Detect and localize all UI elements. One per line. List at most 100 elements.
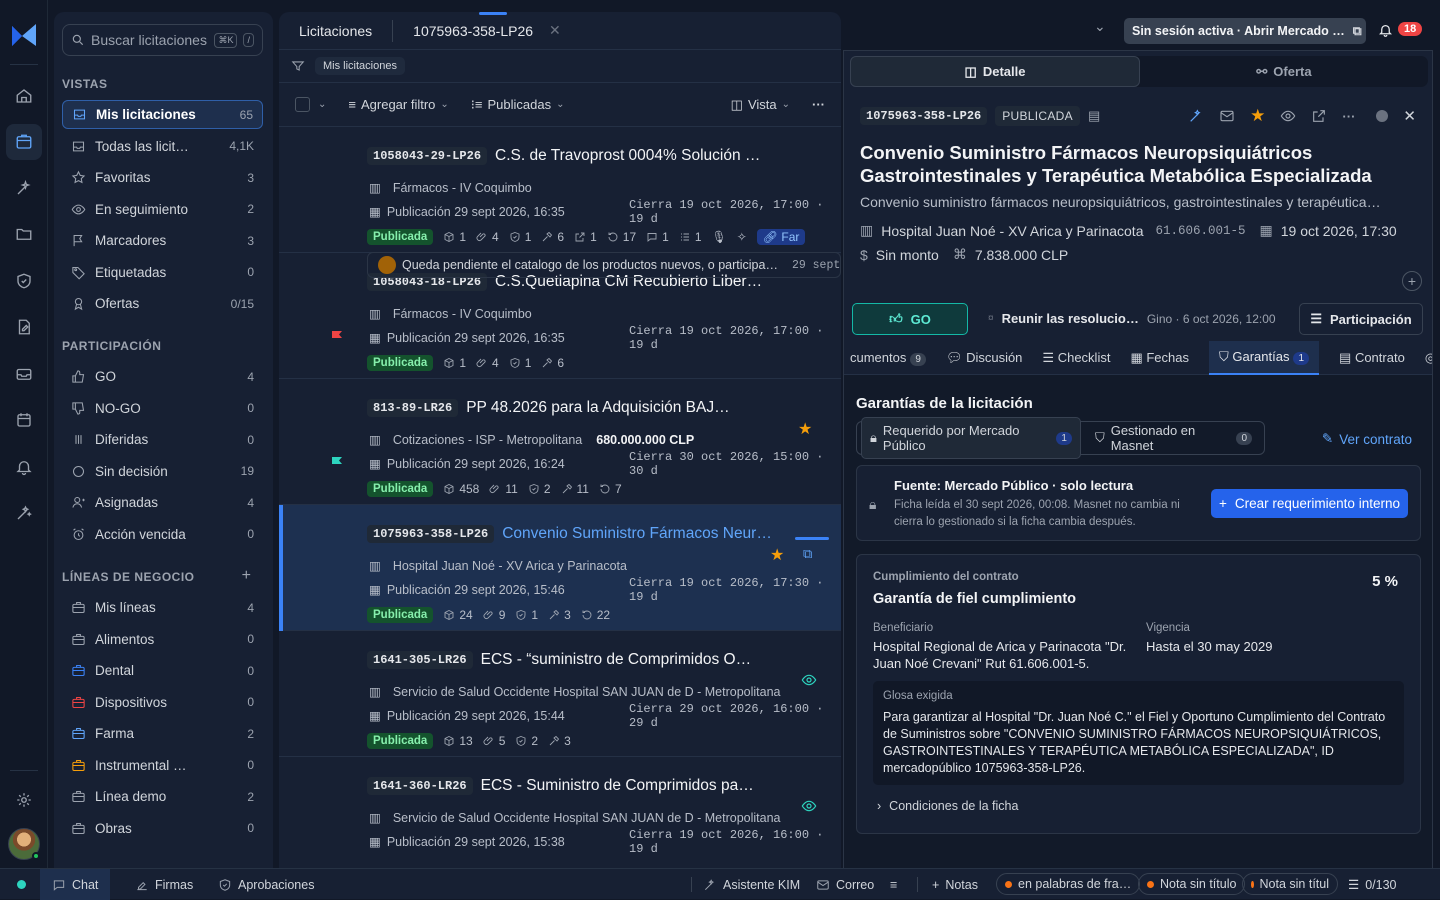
watching-eye-icon[interactable] [801, 800, 817, 812]
licitaciones-icon[interactable] [6, 124, 42, 160]
document-edit-icon[interactable] [6, 309, 42, 345]
condiciones-toggle[interactable]: › Condiciones de la ficha [877, 799, 1018, 813]
notes-count[interactable]: ☰ 0/130 [1348, 869, 1397, 900]
tab-cr[interactable]: ◎ Cr [1425, 350, 1432, 366]
flag-red-icon[interactable] [331, 330, 343, 344]
toggle-masnet[interactable]: ⛉ Gestionado en Masnet 0 [1087, 418, 1260, 458]
firmas-button[interactable]: Firmas [135, 869, 193, 900]
sparkle-wand-icon[interactable] [6, 170, 42, 206]
aprobaciones-button[interactable]: Aprobaciones [218, 869, 314, 900]
pending-task[interactable]: ¤ Reunir las resolucio… Gino · 6 oct 202… [988, 311, 1276, 326]
sidebar-item-dental[interactable]: Dental 0 [62, 656, 263, 685]
sidebar-item-diferidas[interactable]: Diferidas 0 [62, 425, 263, 454]
sidebar-item-marcadores[interactable]: Marcadores 3 [62, 226, 263, 255]
sidebar-item-todas-las-licit[interactable]: Todas las licit… 4,1K [62, 132, 263, 161]
watching-eye-icon[interactable] [801, 674, 817, 686]
note-chip[interactable]: Nota sin título [1138, 873, 1246, 895]
settings-gear-icon[interactable] [6, 782, 42, 818]
home-icon[interactable] [6, 78, 42, 114]
mail-icon[interactable] [1219, 108, 1235, 124]
favorite-star-icon[interactable]: ★ [798, 419, 812, 439]
view-dropdown[interactable]: ◫ Vista ⌄ [731, 97, 790, 113]
tab-current-tender[interactable]: 1075963-358-LP26 ✕ [393, 12, 581, 49]
sidebar-item-en-seguimiento[interactable]: En seguimiento 2 [62, 195, 263, 224]
inbox-tray-icon[interactable] [6, 356, 42, 392]
add-filter-button[interactable]: ≡ Agregar filtro ⌄ [348, 97, 448, 112]
search-input[interactable]: Buscar licitaciones ⌘K / [62, 24, 263, 56]
tender-card[interactable]: 1641-360-LR26 ECS - Suministro de Comprim… [279, 757, 841, 868]
chat-button[interactable]: Chat [40, 869, 110, 900]
sidebar-item-dispositivos[interactable]: Dispositivos 0 [62, 688, 263, 717]
notifications-bell-icon[interactable] [1378, 22, 1393, 38]
toggle-mercado-publico[interactable]: 🔒︎ Requerido por Mercado Público 1 [861, 417, 1081, 459]
filter-icon[interactable] [291, 59, 305, 73]
select-all-checkbox[interactable] [295, 97, 310, 112]
chevron-down-icon[interactable]: ⌄ [318, 99, 326, 110]
sidebar-item-mis-líneas[interactable]: Mis líneas 4 [62, 593, 263, 622]
tab-documentos[interactable]: cumentos 9 [850, 350, 926, 366]
close-icon[interactable]: ✕ [549, 22, 561, 39]
ver-contrato-link[interactable]: ✎ Ver contrato [1322, 431, 1412, 447]
tab-contrato[interactable]: ▤ Contrato [1339, 350, 1405, 366]
sidebar-item-mis-licitaciones[interactable]: Mis licitaciones 65 [62, 100, 263, 129]
folder-icon[interactable] [6, 216, 42, 252]
go-button[interactable]: 👍︎ GO [852, 303, 968, 335]
sidebar-item-go[interactable]: GO 4 [62, 362, 263, 391]
sidebar-item-ofertas[interactable]: Ofertas 0/15 [62, 289, 263, 318]
tab-oferta[interactable]: ⚯ Oferta [1140, 56, 1428, 87]
sidebar-item-farma[interactable]: Farma 2 [62, 719, 263, 748]
status-dot-icon[interactable] [1376, 110, 1389, 122]
participacion-button[interactable]: ☰ Participación [1299, 303, 1423, 335]
favorite-star-icon[interactable]: ★ [1250, 106, 1265, 126]
collapse-chevron-icon[interactable]: ⌄ [1094, 18, 1106, 35]
shield-check-icon[interactable] [6, 263, 42, 299]
external-link-icon[interactable] [1311, 108, 1327, 124]
tab-licitaciones[interactable]: Licitaciones [279, 12, 392, 49]
note-chip[interactable]: Nota sin títul [1242, 873, 1338, 895]
tender-card[interactable]: 1058043-29-LP26 C.S. de Travoprost 0004% … [279, 127, 841, 253]
copy-icon[interactable]: ▤ [1088, 108, 1100, 124]
tab-fechas[interactable]: ▦ Fechas [1130, 350, 1189, 366]
sidebar-item-sin-decisión[interactable]: Sin decisión 19 [62, 457, 263, 486]
more-options-icon[interactable]: ··· [812, 97, 825, 112]
add-line-button[interactable]: + [242, 567, 251, 585]
asistente-kim-button[interactable]: Asistente KIM [703, 869, 800, 900]
magic-wand-icon[interactable] [1188, 108, 1204, 124]
status-dropdown[interactable]: ⁝≡ Publicadas ⌄ [471, 97, 565, 113]
more-options-icon[interactable]: ··· [1342, 109, 1355, 124]
open-mercado-button[interactable]: Sin sesión activa · Abrir Mercado … ⧉ [1124, 18, 1366, 44]
sidebar-item-línea-demo[interactable]: Línea demo 2 [62, 782, 263, 811]
crear-requerimiento-button[interactable]: + Crear requerimiento interno [1211, 489, 1408, 518]
magic-wand-icon[interactable] [6, 495, 42, 531]
sidebar-item-favoritas[interactable]: Favoritas 3 [62, 163, 263, 192]
menu-lines-icon[interactable]: ≡ [890, 869, 897, 900]
correo-button[interactable]: Correo [816, 869, 874, 900]
tab-garantias[interactable]: ⛉ Garantías 1 [1209, 340, 1320, 375]
active-filter-chip[interactable]: Mis licitaciones [315, 57, 405, 75]
tender-card[interactable]: 1641-305-LR26 ECS - “suministro de Compri… [279, 631, 841, 757]
tender-card[interactable]: 813-89-LR26 PP 48.2026 para la Adquisició… [279, 379, 841, 505]
app-logo[interactable] [10, 22, 38, 48]
sidebar-item-acción-vencida[interactable]: Acción vencida 0 [62, 520, 263, 549]
link-icon[interactable]: ⧉ [803, 546, 812, 562]
sidebar-item-etiquetadas[interactable]: Etiquetadas 0 [62, 258, 263, 287]
notas-button[interactable]: + Notas [932, 869, 978, 900]
tab-detalle[interactable]: ◫ Detalle [850, 56, 1140, 87]
favorite-star-icon[interactable]: ★ [770, 545, 784, 565]
tender-card[interactable]: 1075963-358-LP26 Convenio Suministro Fárm… [279, 505, 841, 631]
card-note[interactable]: Queda pendiente el catalogo de los produ… [367, 252, 841, 278]
tab-discusion[interactable]: 💬︎ Discusión [946, 350, 1022, 366]
add-button[interactable]: + [1402, 271, 1422, 291]
tab-checklist[interactable]: ☰ Checklist [1042, 350, 1110, 366]
sidebar-item-no-go[interactable]: NO-GO 0 [62, 394, 263, 423]
calendar-icon[interactable] [6, 402, 42, 438]
bell-icon[interactable] [6, 449, 42, 485]
sidebar-item-alimentos[interactable]: Alimentos 0 [62, 625, 263, 654]
sidebar-item-asignadas[interactable]: Asignadas 4 [62, 488, 263, 517]
sidebar-item-obras[interactable]: Obras 0 [62, 814, 263, 843]
sidebar-item-instrumental[interactable]: Instrumental … 0 [62, 751, 263, 780]
flag-teal-icon[interactable] [331, 456, 343, 470]
close-icon[interactable]: ✕ [1403, 107, 1416, 125]
note-chip[interactable]: en palabras de fra… [996, 873, 1141, 895]
eye-icon[interactable] [1280, 108, 1296, 124]
